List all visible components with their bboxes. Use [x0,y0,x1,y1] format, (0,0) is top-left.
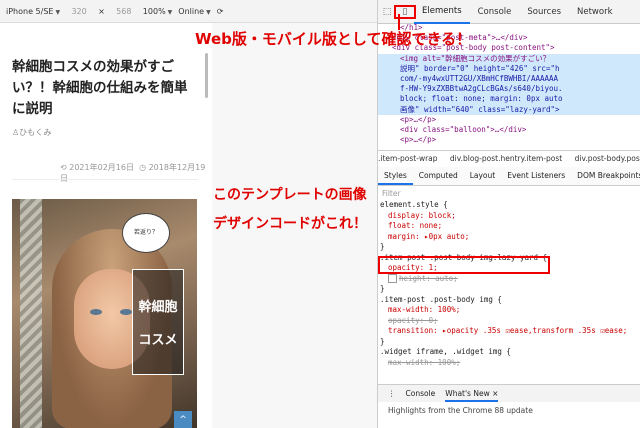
author-name: ひもくみ [19,128,52,137]
styles-filter-input[interactable]: Filter [382,189,401,198]
dom-line[interactable]: <p>…</p> [378,135,640,145]
drawer-tab-console[interactable]: Console [406,385,436,402]
device-toolbar: iPhone 5/SE ▼ 320 × 568 100% ▼ Online ▼ ⟳ [0,0,377,23]
dom-line-selected[interactable]: 画像" width="640" class="lazy-yard"> [378,104,640,115]
css-prop-text: height: auto; [399,273,458,283]
css-prop[interactable]: margin: ▸0px auto; [378,232,640,243]
drawer-tab-whats-new[interactable]: What's New × [445,385,499,402]
image-sign: 幹細胞 コスメ [132,269,184,375]
post-dates: ⟲ 2021年02月16日 ◷ 2018年12月19日 [60,162,212,184]
dom-line-selected[interactable]: block; float: none; margin: 0px auto [378,94,640,105]
post-title[interactable]: 幹細胞コスメの効果がすごい？！幹細胞の仕組みを簡単に説明 [12,57,200,120]
breadcrumb: .item-post-wrap div.blog-post.hentry.ite… [378,150,640,168]
css-prop[interactable]: max-width: 100%; [378,305,640,316]
network-select[interactable]: Online ▼ [178,7,210,16]
tab-computed[interactable]: Computed [413,167,464,185]
annotation-line-1: このテンプレートの画像 [213,187,367,203]
highlight-box [378,256,550,274]
tab-dom-breakpoints[interactable]: DOM Breakpoints [571,167,640,185]
rule-close: } [380,284,385,293]
rule-selector[interactable]: element.style { [378,200,640,211]
post-author[interactable]: ♙ひもくみ [12,127,52,138]
divider [12,179,198,180]
css-rules: element.style { display: block; float: n… [378,200,640,382]
updated-date: 2021年02月16日 [69,163,134,172]
drawer-tabbar: ⋮ Console What's New × [378,384,640,402]
breadcrumb-item[interactable]: .item-post-wrap [378,154,438,163]
rule-selector[interactable]: .widget iframe, .widget img { [378,347,640,358]
zoom-select[interactable]: 100% ▼ [143,7,173,16]
chevron-down-icon: ▼ [55,8,61,16]
tab-sources[interactable]: Sources [519,1,569,23]
annotation-middle: このテンプレートの画像 デザインコードがこれ！ [213,181,367,239]
eye-right [120,309,132,315]
css-prop[interactable]: display: block; [378,211,640,222]
breadcrumb-item[interactable]: div.post-body.post- [575,154,640,163]
rule-close: } [380,336,385,346]
tab-layout[interactable]: Layout [464,167,502,185]
tab-elements[interactable]: Elements [414,0,470,24]
css-prop-overridden[interactable]: opacity: 0; [378,316,640,327]
chevron-down-icon: ▼ [167,8,173,16]
annotation-top: Web版・モバイル版として確認できる！ [195,30,472,48]
scroll-to-top-button[interactable]: ^ [174,411,192,428]
css-prop[interactable]: transition: ▸opacity .35s ☑ease,transfor… [378,326,640,337]
mobile-page: 幹細胞コスメの効果がすごい？！幹細胞の仕組みを簡単に説明 ♙ひもくみ ⟲ 202… [0,23,212,428]
inspect-icon[interactable]: ⬚ [378,7,396,17]
chevron-down-icon: ▼ [206,8,211,16]
dom-line[interactable]: <div class="balloon">…</div> [378,125,640,135]
sign-line-1: 幹細胞 [138,300,178,315]
dom-line-selected[interactable]: f-HW-Y9xZXBBtwA2gCLcBGAs/s640/biyou. [378,84,640,95]
post-image: 若返り？ 幹細胞 コスメ [12,199,197,428]
menu-icon[interactable]: ⋮ [388,385,396,402]
checkbox[interactable] [388,274,397,283]
updated-icon: ⟲ [60,163,67,172]
tab-event-listeners[interactable]: Event Listeners [501,167,571,185]
devtools-tabbar: ⬚ ▯ Elements Console Sources Network [378,0,640,24]
annotation-line-2: デザインコードがこれ！ [213,216,367,232]
css-prop-disabled[interactable]: height: auto; [378,274,640,285]
css-prop[interactable]: float: none; [378,221,640,232]
tab-network[interactable]: Network [569,1,621,23]
dom-line-selected[interactable]: 説明" border="0" height="426" src="h [378,63,640,75]
tab-styles[interactable]: Styles [378,167,413,185]
speech-bubble: 若返り？ [122,213,170,253]
tab-console[interactable]: Console [470,1,520,23]
css-prop-overridden[interactable]: max-width: 100%; [378,358,640,369]
breadcrumb-item[interactable]: div.blog-post.hentry.item-post [450,154,562,163]
height-input[interactable]: 568 [111,7,137,16]
dom-line[interactable]: <p>…</p> [378,115,640,125]
eye-left [90,309,102,315]
network-label: Online [178,6,205,16]
device-label: iPhone 5/SE [6,6,54,16]
page-scrollbar[interactable] [205,53,208,98]
clock-icon: ◷ [139,163,147,172]
device-select[interactable]: iPhone 5/SE ▼ [6,7,60,16]
rule-selector[interactable]: .item-post .post-body img { [378,295,640,306]
times-sign: × [98,6,105,16]
rule-close: } [380,242,385,251]
sign-line-2: コスメ [138,333,178,348]
width-input[interactable]: 320 [66,7,92,16]
devtools-panel: ⬚ ▯ Elements Console Sources Network </h… [377,0,640,428]
rotate-icon[interactable]: ⟳ [217,7,224,16]
dom-line-selected[interactable]: com/-my4wxUTT2GU/XBmHCfBWHBI/AAAAAA [378,74,640,85]
styles-tabbar: Styles Computed Layout Event Listeners D… [378,167,640,186]
dom-line-selected[interactable]: <img alt="幹細胞コスメの効果がすごい？ [378,53,640,64]
zoom-label: 100% [142,6,166,16]
rope-graphic [20,199,42,428]
whats-new-text[interactable]: Highlights from the Chrome 88 update [388,406,533,415]
